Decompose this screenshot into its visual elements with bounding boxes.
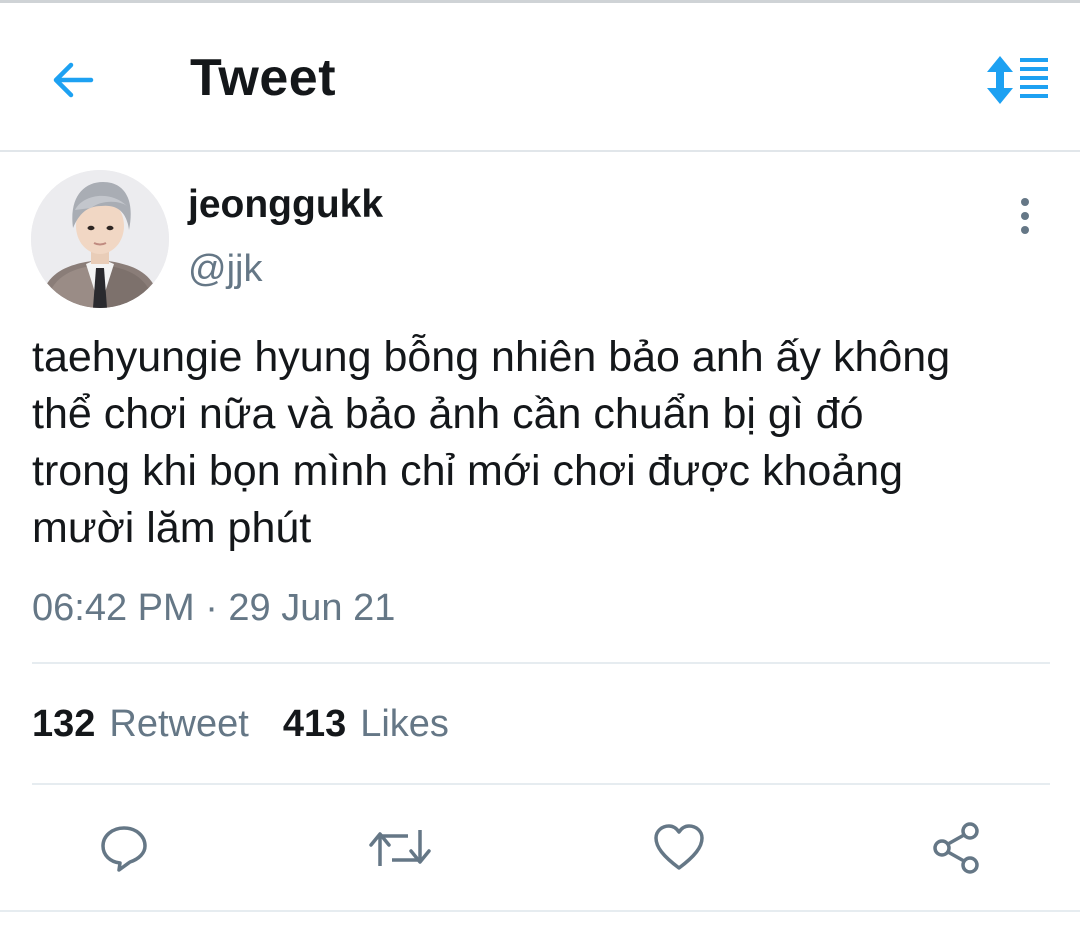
likes-label: Likes	[360, 703, 449, 745]
tweet-timestamp: 06:42 PM · 29 Jun 21	[32, 587, 396, 629]
retweet-label: Retweet	[109, 703, 249, 745]
stats-top-divider	[32, 662, 1050, 664]
retweet-icon	[369, 830, 431, 866]
arrow-left-icon	[53, 62, 94, 98]
avatar[interactable]	[31, 170, 169, 308]
profile-photo	[31, 170, 169, 308]
more-options-button[interactable]	[1000, 190, 1050, 242]
page-title: Tweet	[190, 49, 337, 107]
reply-icon	[101, 826, 147, 872]
back-button[interactable]	[42, 49, 104, 111]
display-name[interactable]: jeonggukk	[188, 182, 383, 228]
tweet-stats: 132 Retweet 413 Likes	[32, 700, 449, 748]
sort-lines-icon	[987, 56, 1048, 104]
reply-button[interactable]	[92, 816, 156, 880]
sort-button[interactable]	[980, 49, 1056, 111]
more-vertical-icon	[1021, 198, 1029, 234]
share-icon	[933, 822, 979, 874]
likes-count: 413	[282, 703, 347, 745]
likes-stat[interactable]: 413 Likes	[283, 700, 449, 748]
heart-icon	[654, 824, 704, 870]
app-header: Tweet	[0, 3, 1080, 150]
user-handle[interactable]: @jjk	[188, 246, 262, 292]
share-button[interactable]	[924, 816, 988, 880]
action-bar	[0, 800, 1080, 900]
like-button[interactable]	[647, 816, 711, 880]
retweet-stat[interactable]: 132 Retweet	[32, 700, 249, 748]
retweet-button[interactable]	[368, 816, 432, 880]
stats-bottom-divider	[32, 783, 1050, 785]
header-divider	[0, 150, 1080, 152]
tweet-text: taehyungie hyung bỗng nhiên bảo anh ấy k…	[32, 333, 951, 552]
bottom-divider	[0, 910, 1080, 912]
retweet-count: 132	[32, 703, 96, 745]
